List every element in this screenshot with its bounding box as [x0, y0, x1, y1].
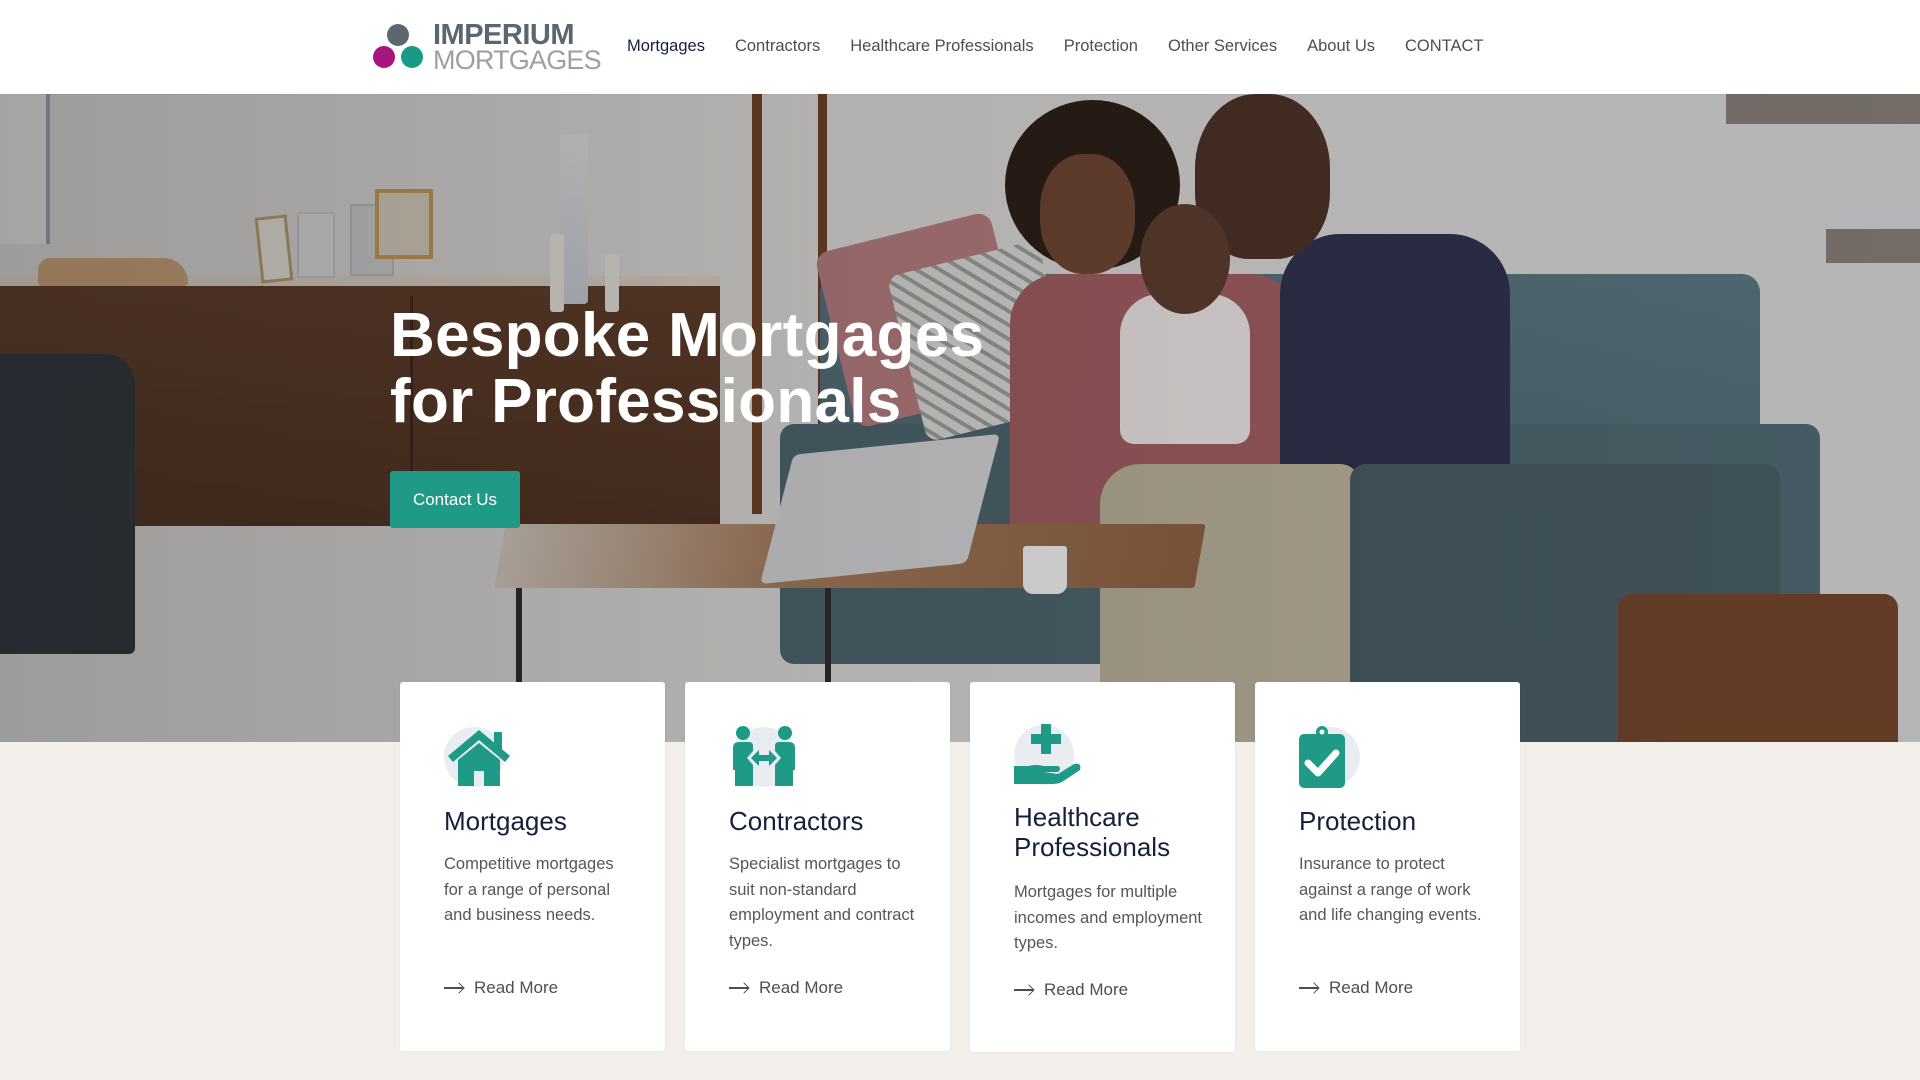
- logo[interactable]: IMPERIUM MORTGAGES: [372, 20, 602, 76]
- logo-name-line2: MORTGAGES: [433, 45, 602, 75]
- service-cards: Mortgages Competitive mortgages for a ra…: [400, 682, 1520, 1054]
- house-icon: [444, 726, 514, 788]
- card-title: Protection: [1299, 806, 1417, 836]
- read-more-link[interactable]: Read More: [729, 978, 843, 998]
- read-more-link[interactable]: Read More: [1014, 980, 1128, 1000]
- arrow-right-icon: [729, 982, 749, 994]
- clipboard-check-icon: [1299, 726, 1369, 788]
- read-more-label: Read More: [474, 978, 559, 997]
- logo-dot-teal: [401, 46, 423, 68]
- card-description: Mortgages for multiple incomes and emplo…: [1014, 883, 1203, 952]
- card-title: Healthcare Professionals: [1014, 802, 1171, 862]
- card-description: Competitive mortgages for a range of per…: [444, 855, 614, 924]
- hand-medical-cross-icon: [1014, 724, 1084, 786]
- arrow-right-icon: [1299, 982, 1319, 994]
- nav-item-about-us[interactable]: About Us: [1307, 34, 1375, 58]
- nav-item-mortgages[interactable]: Mortgages: [627, 34, 705, 58]
- nav-item-contractors[interactable]: Contractors: [735, 34, 820, 58]
- nav-item-protection[interactable]: Protection: [1064, 34, 1138, 58]
- people-exchange-icon: [729, 726, 799, 788]
- hero-title: Bespoke Mortgages for Professionals: [390, 303, 984, 435]
- card-description: Specialist mortgages to suit non-standar…: [729, 855, 915, 950]
- service-card-protection[interactable]: Protection Insurance to protect against …: [1255, 682, 1520, 1051]
- read-more-label: Read More: [1044, 980, 1129, 999]
- nav-item-contact[interactable]: CONTACT: [1405, 34, 1484, 58]
- read-more-label: Read More: [1329, 978, 1414, 997]
- site-header: IMPERIUM MORTGAGES Mortgages Contractors…: [0, 0, 1920, 94]
- arrow-right-icon: [1014, 984, 1034, 996]
- hero-title-line2: for Professionals: [390, 367, 902, 436]
- nav-item-healthcare-professionals[interactable]: Healthcare Professionals: [850, 34, 1033, 58]
- read-more-link[interactable]: Read More: [1299, 978, 1413, 998]
- service-card-healthcare-professionals[interactable]: Healthcare Professionals Mortgages for m…: [970, 682, 1235, 1052]
- logo-dot-magenta: [373, 46, 395, 68]
- hero-title-line1: Bespoke Mortgages: [390, 301, 985, 370]
- logo-dot-gray: [387, 24, 409, 46]
- read-more-label: Read More: [759, 978, 844, 997]
- card-title: Contractors: [729, 806, 864, 836]
- arrow-right-icon: [444, 982, 464, 994]
- service-card-mortgages[interactable]: Mortgages Competitive mortgages for a ra…: [400, 682, 665, 1051]
- card-title: Mortgages: [444, 806, 567, 836]
- main-nav: Mortgages Contractors Healthcare Profess…: [627, 34, 1514, 58]
- contact-us-button[interactable]: Contact Us: [390, 471, 520, 528]
- service-card-contractors[interactable]: Contractors Specialist mortgages to suit…: [685, 682, 950, 1051]
- read-more-link[interactable]: Read More: [444, 978, 558, 998]
- nav-item-other-services[interactable]: Other Services: [1168, 34, 1277, 58]
- card-description: Insurance to protect against a range of …: [1299, 855, 1482, 924]
